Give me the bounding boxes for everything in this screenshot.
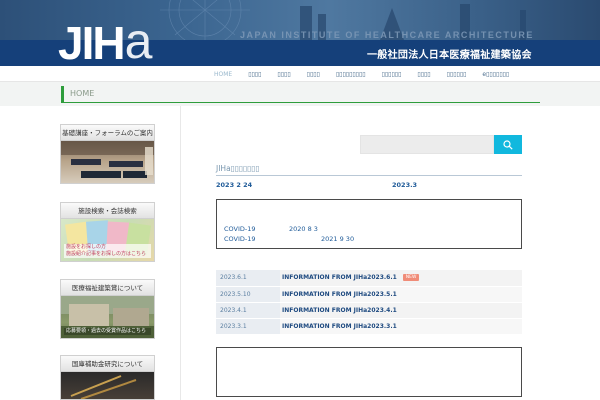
news-date: 2023.4.1 bbox=[216, 302, 280, 319]
banner-title: 施設検索・会誌検索 bbox=[61, 203, 154, 219]
search-input[interactable] bbox=[360, 135, 494, 154]
banner-research-grant[interactable]: 国庫補助金研究について bbox=[60, 355, 155, 400]
news-title[interactable]: INFORMATION FROM JIHa2023.6.1 bbox=[282, 274, 397, 281]
banner-architecture-award[interactable]: 医療福祉建築賞について 応募要領・過去の受賞作品はこちら bbox=[60, 279, 155, 339]
nav-item[interactable]: ▯▯▯▯▯▯▯▯▯ bbox=[336, 71, 366, 78]
notice-date[interactable]: 2023.3 bbox=[392, 181, 417, 189]
banner-title: 基礎講座・フォーラムのご案内 bbox=[61, 125, 154, 141]
search-icon bbox=[503, 140, 513, 150]
news-date: 2023.5.10 bbox=[216, 286, 280, 303]
table-row[interactable]: 2023.3.1 INFORMATION FROM JIHa2023.3.1 bbox=[216, 318, 522, 335]
table-row[interactable]: 2023.5.10 INFORMATION FROM JIHa2023.5.1 bbox=[216, 286, 522, 303]
news-title-cell[interactable]: INFORMATION FROM JIHa2023.6.1 NEW bbox=[280, 270, 522, 287]
news-table: 2023.6.1 INFORMATION FROM JIHa2023.6.1 NE… bbox=[216, 270, 522, 335]
site-logo[interactable]: JIH a bbox=[58, 14, 152, 66]
page: JIH a JAPAN INSTITUTE OF HEALTHCARE ARCHI… bbox=[0, 0, 600, 400]
banner-caption: 応募要領・過去の受賞作品はこちら bbox=[64, 328, 151, 335]
nav-item[interactable]: ▯▯▯▯ bbox=[307, 71, 320, 78]
table-row[interactable]: 2023.6.1 INFORMATION FROM JIHa2023.6.1 NE… bbox=[216, 270, 522, 287]
banner-illustration bbox=[61, 141, 154, 178]
covid-label: COVID-19 bbox=[224, 225, 256, 233]
news-date: 2023.6.1 bbox=[216, 270, 280, 287]
table-row[interactable]: 2023.4.1 INFORMATION FROM JIHa2023.4.1 bbox=[216, 302, 522, 319]
nav-item-home[interactable]: HOME bbox=[214, 71, 232, 78]
logo-text: JIH bbox=[58, 17, 126, 66]
section-title: JIHa▯▯▯▯▯▯▯ bbox=[216, 164, 522, 176]
sidebar-divider bbox=[180, 106, 181, 400]
covid-date: 2020 8 3 bbox=[289, 225, 318, 233]
banner-title: 医療福祉建築賞について bbox=[61, 280, 154, 296]
news-title-cell[interactable]: INFORMATION FROM JIHa2023.4.1 bbox=[280, 302, 522, 319]
nav-item[interactable]: ▯▯▯▯▯▯ bbox=[382, 71, 402, 78]
covid-notice-box: COVID-19 2020 8 3 COVID-19 2021 9 30 bbox=[216, 199, 522, 249]
banner-title: 国庫補助金研究について bbox=[61, 356, 154, 372]
logo-accent: a bbox=[124, 13, 153, 66]
news-date: 2023.3.1 bbox=[216, 318, 280, 335]
news-title[interactable]: INFORMATION FROM JIHa2023.4.1 bbox=[282, 307, 397, 314]
top-nav-list: HOME ▯▯▯▯ ▯▯▯▯ ▯▯▯▯ ▯▯▯▯▯▯▯▯▯ ▯▯▯▯▯▯ ▯▯▯… bbox=[214, 66, 525, 82]
new-badge: NEW bbox=[402, 274, 420, 282]
nav-item[interactable]: ▯▯▯▯ bbox=[248, 71, 261, 78]
nav-item[interactable]: ▯▯▯▯ bbox=[277, 71, 290, 78]
banner-image-lecture-hall bbox=[61, 141, 154, 183]
banner-facility-search[interactable]: 施設検索・会誌検索 施設をお探しの方 施設紹介記事をお探しの方はこちら bbox=[60, 202, 155, 262]
covid-label: COVID-19 bbox=[224, 235, 256, 243]
banner-forum[interactable]: 基礎講座・フォーラムのご案内 bbox=[60, 124, 155, 184]
covid-date: 2021 9 30 bbox=[321, 235, 355, 243]
news-title-cell[interactable]: INFORMATION FROM JIHa2023.3.1 bbox=[280, 318, 522, 335]
news-title[interactable]: INFORMATION FROM JIHa2023.3.1 bbox=[282, 323, 397, 330]
banner-illustration bbox=[70, 375, 137, 399]
breadcrumb: HOME bbox=[61, 86, 540, 103]
site-header: JIH a JAPAN INSTITUTE OF HEALTHCARE ARCHI… bbox=[0, 0, 600, 66]
content-box bbox=[216, 347, 522, 397]
site-search bbox=[360, 135, 522, 154]
top-nav: HOME ▯▯▯▯ ▯▯▯▯ ▯▯▯▯ ▯▯▯▯▯▯▯▯▯ ▯▯▯▯▯▯ ▯▯▯… bbox=[0, 66, 600, 82]
breadcrumb-home[interactable]: HOME bbox=[70, 89, 94, 98]
banner-caption: 施設をお探しの方 施設紹介記事をお探しの方はこちら bbox=[64, 244, 151, 258]
nav-item[interactable]: ▯▯▯▯▯▯ bbox=[447, 71, 467, 78]
search-button[interactable] bbox=[494, 135, 522, 154]
nav-item[interactable]: ▯▯▯▯ bbox=[417, 71, 430, 78]
institute-name-jp: 一般社団法人日本医療福祉建築協会 bbox=[367, 50, 532, 61]
notice-date[interactable]: 2023 2 24 bbox=[216, 181, 252, 189]
institute-name-en: JAPAN INSTITUTE OF HEALTHCARE ARCHITECTU… bbox=[240, 30, 534, 40]
news-title-cell[interactable]: INFORMATION FROM JIHa2023.5.1 bbox=[280, 286, 522, 303]
nav-item[interactable]: e▯▯▯▯▯▯▯ bbox=[482, 71, 509, 78]
banner-image-pens bbox=[61, 372, 154, 399]
news-title[interactable]: INFORMATION FROM JIHa2023.5.1 bbox=[282, 291, 397, 298]
